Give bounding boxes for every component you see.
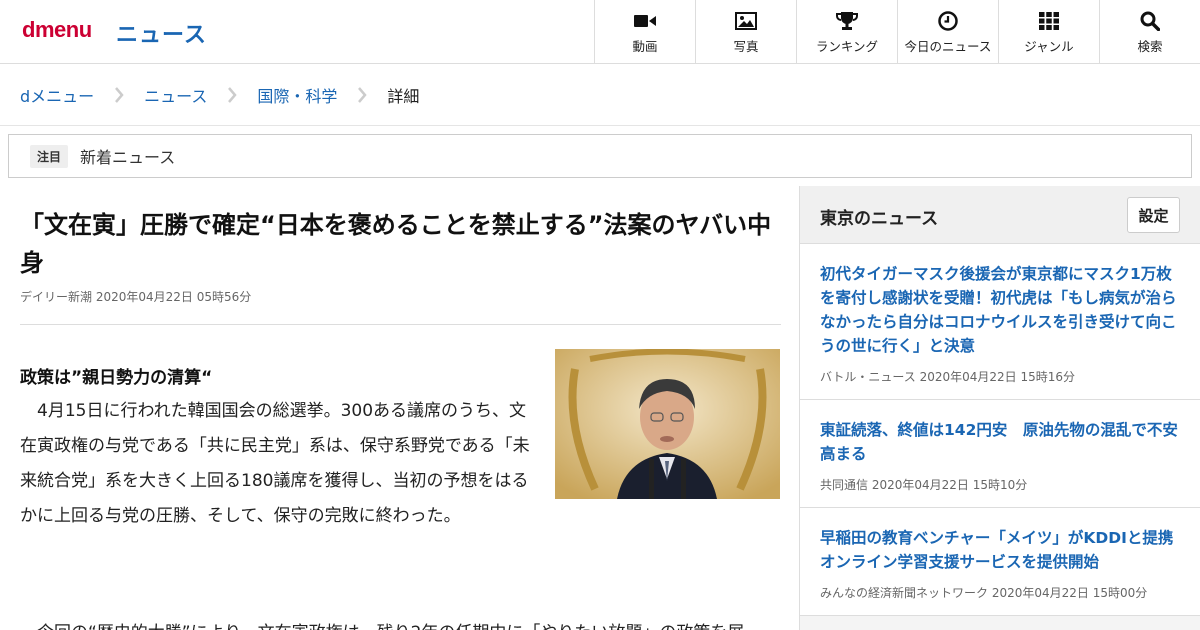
sidebar-title: 東京のニュース bbox=[820, 209, 939, 229]
logo-d: d bbox=[22, 17, 35, 42]
notice-text: 新着ニュース bbox=[80, 148, 176, 167]
divider bbox=[20, 324, 781, 325]
sidebar-local-news: 東京のニュース 設定 初代タイガーマスク後援会が東京都にマスク1万枚を寄付し感謝… bbox=[799, 186, 1200, 630]
search-icon bbox=[1139, 10, 1161, 32]
nav-video-label: 動画 bbox=[632, 39, 658, 54]
news-source: 共同通信 bbox=[820, 478, 869, 492]
logo-menu: menu bbox=[34, 17, 92, 42]
sidebar-header: 東京のニュース 設定 bbox=[800, 186, 1200, 244]
section-title[interactable]: ニュース bbox=[116, 17, 207, 49]
nav-search-label: 検索 bbox=[1137, 39, 1163, 54]
news-date: 2020年04月22日 15時10分 bbox=[871, 478, 1028, 492]
news-meta: バトル・ニュース 2020年04月22日 15時16分 bbox=[820, 368, 1180, 385]
header-nav: 動画 写真 ランキング 今日のニュース ジャンル 検索 bbox=[594, 0, 1200, 63]
breadcrumb-world-science[interactable]: 国際・科学 bbox=[257, 83, 337, 107]
news-source: バトル・ニュース bbox=[820, 370, 916, 384]
clock-icon bbox=[937, 10, 959, 32]
nav-today[interactable]: 今日のニュース bbox=[897, 0, 998, 63]
news-title-link[interactable]: 初代タイガーマスク後援会が東京都にマスク1万枚を寄付し感謝状を受贈！初代虎は「も… bbox=[820, 262, 1180, 358]
breadcrumb-detail: 詳細 bbox=[387, 86, 420, 106]
grid-icon bbox=[1038, 10, 1060, 32]
dmenu-logo[interactable]: d menu bbox=[22, 17, 92, 43]
article-source: デイリー新潮 bbox=[20, 290, 93, 304]
site-header: d menu ニュース 動画 写真 ランキング 今日のニュース ジャンル 検索 bbox=[0, 0, 1200, 64]
notice-badge: 注目 bbox=[30, 144, 69, 168]
article-photo[interactable] bbox=[555, 349, 780, 499]
notice-bar[interactable]: 注目 新着ニュース bbox=[8, 134, 1192, 178]
news-source: みんなの経済新聞ネットワーク bbox=[820, 586, 989, 600]
nav-ranking[interactable]: ランキング bbox=[796, 0, 897, 63]
breadcrumb: dメニュー ニュース 国際・科学 詳細 bbox=[0, 64, 1200, 126]
article-paragraph: 4月15日に行われた韓国国会の総選挙。300ある議席のうち、文在寅政権の与党であ… bbox=[20, 401, 530, 526]
nav-ranking-label: ランキング bbox=[815, 39, 879, 54]
nav-video[interactable]: 動画 bbox=[594, 0, 695, 63]
list-item[interactable]: 早稲田の教育ベンチャー「メイツ」がKDDIと提携 オンライン学習支援サービスを提… bbox=[800, 508, 1200, 616]
article-meta: デイリー新潮 2020年04月22日 05時56分 bbox=[20, 288, 251, 305]
breadcrumb-news[interactable]: ニュース bbox=[144, 83, 207, 107]
news-title-link[interactable]: 早稲田の教育ベンチャー「メイツ」がKDDIと提携 オンライン学習支援サービスを提… bbox=[820, 526, 1189, 574]
nav-today-label: 今日のニュース bbox=[904, 39, 992, 54]
nav-photo-label: 写真 bbox=[733, 39, 759, 54]
article-paragraph: 今回の“歴史的大勝”により、文在寅政権は、残り2年の任期中に「やりたい放題」の政… bbox=[20, 616, 782, 630]
list-item[interactable]: 初代タイガーマスク後援会が東京都にマスク1万枚を寄付し感謝状を受贈！初代虎は「も… bbox=[800, 244, 1200, 400]
nav-genre[interactable]: ジャンル bbox=[998, 0, 1099, 63]
news-meta: 共同通信 2020年04月22日 15時10分 bbox=[820, 476, 1180, 493]
article: 「文在寅」圧勝で確定“日本を褒めることを禁止する”法案のヤバい中身 デイリー新潮… bbox=[20, 186, 782, 630]
article-subhead: 政策は”親日勢力の清算“ bbox=[20, 368, 213, 388]
chevron-right-icon bbox=[207, 86, 257, 103]
settings-button[interactable]: 設定 bbox=[1127, 197, 1180, 233]
list-item[interactable]: 東証続落、終値は142円安 原油先物の混乱で不安高まる 共同通信 2020年04… bbox=[800, 400, 1200, 508]
nav-genre-label: ジャンル bbox=[1024, 39, 1074, 54]
news-title-link[interactable]: 東証続落、終値は142円安 原油先物の混乱で不安高まる bbox=[820, 418, 1180, 466]
breadcrumb-dmenu[interactable]: dメニュー bbox=[20, 83, 94, 107]
portrait-image bbox=[555, 349, 780, 499]
chevron-right-icon bbox=[337, 86, 387, 103]
trophy-icon bbox=[836, 10, 858, 32]
chevron-right-icon bbox=[94, 86, 144, 103]
news-meta: みんなの経済新聞ネットワーク 2020年04月22日 15時00分 bbox=[820, 584, 1180, 601]
nav-search[interactable]: 検索 bbox=[1099, 0, 1200, 63]
news-date: 2020年04月22日 15時00分 bbox=[991, 586, 1148, 600]
photo-icon bbox=[735, 10, 757, 32]
article-date: 2020年04月22日 05時56分 bbox=[95, 290, 252, 304]
news-date: 2020年04月22日 15時16分 bbox=[919, 370, 1076, 384]
article-title: 「文在寅」圧勝で確定“日本を褒めることを禁止する”法案のヤバい中身 bbox=[20, 211, 772, 277]
video-icon bbox=[634, 10, 656, 32]
nav-photo[interactable]: 写真 bbox=[695, 0, 796, 63]
